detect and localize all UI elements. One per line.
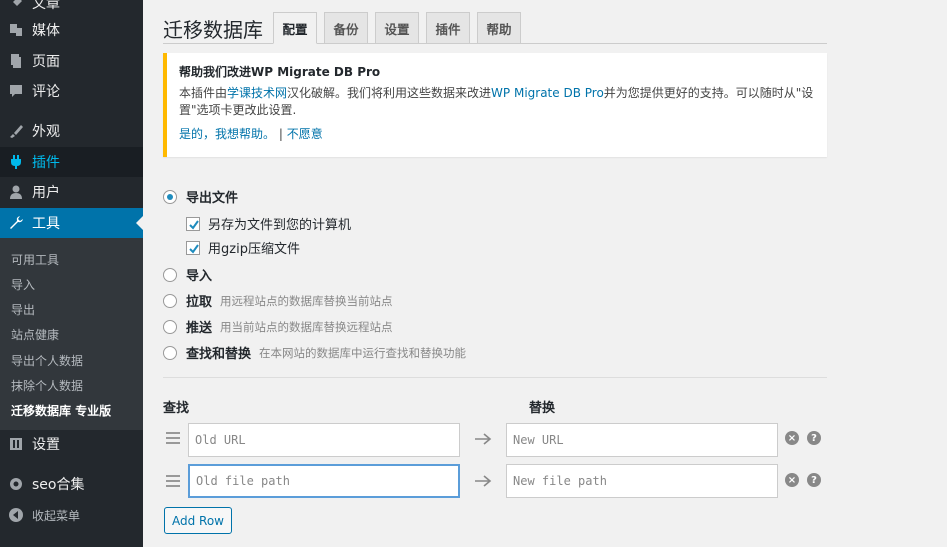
option-pull[interactable]: 拉取 用远程站点的数据库替换当前站点 (163, 291, 393, 310)
push-radio[interactable] (163, 319, 177, 334)
page-icon (0, 53, 32, 69)
option-find-replace[interactable]: 查找和替换 在本网站的数据库中运行查找和替换功能 (163, 343, 466, 362)
media-icon (0, 22, 32, 38)
notice-links: 是的，我想帮助。 | 不愿意 (179, 125, 323, 142)
pull-radio[interactable] (163, 293, 177, 308)
save-checkbox[interactable] (186, 216, 200, 231)
find-input-url[interactable] (188, 423, 460, 457)
menu-item-pages[interactable]: 页面 (0, 46, 143, 76)
find-replace-desc: 在本网站的数据库中运行查找和替换功能 (259, 345, 467, 360)
import-label: 导入 (186, 269, 213, 284)
tab-help[interactable]: 帮助 (477, 12, 521, 44)
menu-item-comments[interactable]: 评论 (0, 76, 143, 106)
arrow-right-icon (475, 433, 492, 445)
notice-text-2: 汉化破解。我们将利用这些数据来改进 (287, 86, 492, 100)
find-input-path[interactable] (188, 464, 460, 498)
wrench-icon (0, 215, 32, 231)
menu-item-media[interactable]: 媒体 (0, 15, 143, 45)
find-header: 查找 (163, 401, 190, 416)
remove-row-icon[interactable]: × (785, 431, 799, 445)
tab-addons[interactable]: 插件 (426, 12, 470, 44)
help-icon[interactable]: ? (807, 431, 821, 445)
section-divider (163, 377, 827, 378)
settings-icon (0, 436, 32, 452)
find-replace-radio[interactable] (163, 345, 177, 360)
plugin-icon (0, 154, 32, 170)
pin-icon (0, 0, 32, 11)
pull-label: 拉取 (186, 295, 213, 310)
import-radio[interactable] (163, 267, 177, 282)
collapse-menu[interactable]: 收起菜单 (0, 500, 143, 530)
collapse-arrow-icon (0, 507, 32, 523)
option-save-to-computer[interactable]: 另存为文件到您的计算机 (186, 214, 351, 233)
add-row-button[interactable]: Add Row (164, 507, 232, 534)
submenu-import[interactable]: 导入 (11, 276, 35, 293)
export-label: 导出文件 (186, 191, 239, 206)
tab-settings[interactable]: 设置 (375, 12, 419, 44)
gzip-checkbox[interactable] (186, 240, 200, 255)
notice-title: 帮助我们改进WP Migrate DB Pro (179, 65, 381, 79)
help-icon[interactable]: ? (807, 473, 821, 487)
push-label: 推送 (186, 321, 213, 336)
page-title: 迁移数据库 (163, 18, 263, 42)
option-gzip[interactable]: 用gzip压缩文件 (186, 238, 300, 257)
gzip-label: 用gzip压缩文件 (208, 242, 300, 257)
product-link[interactable]: WP Migrate DB Pro (491, 86, 604, 100)
menu-item-settings[interactable]: 设置 (0, 429, 143, 459)
drag-handle-icon[interactable] (166, 432, 180, 447)
tab-config[interactable]: 配置 (273, 12, 317, 44)
menu-item-seo[interactable]: seo合集 (0, 469, 143, 499)
yes-help-link[interactable]: 是的，我想帮助。 (179, 127, 275, 141)
translator-link[interactable]: 学课技术网 (227, 86, 287, 100)
submenu-export-personal-data[interactable]: 导出个人数据 (11, 352, 83, 369)
menu-item-users[interactable]: 用户 (0, 177, 143, 207)
submenu-export[interactable]: 导出 (11, 301, 35, 318)
menu-item-tools[interactable]: 工具 (0, 208, 143, 238)
submenu-migrate-db-pro[interactable]: 迁移数据库 专业版 (11, 402, 111, 419)
admin-sidebar: 文章 媒体 页面 评论 外观 插件 用户 工具 可用工具 导入 导出 站点健康 … (0, 0, 143, 547)
submenu-site-health[interactable]: 站点健康 (11, 326, 59, 343)
option-import[interactable]: 导入 (163, 265, 212, 284)
save-label: 另存为文件到您的计算机 (208, 218, 352, 233)
tab-backup[interactable]: 备份 (324, 12, 368, 44)
gear-icon (0, 476, 32, 492)
drag-handle-icon[interactable] (166, 475, 180, 490)
push-desc: 用当前站点的数据库替换远程站点 (220, 319, 393, 334)
replace-input-path[interactable] (506, 464, 778, 498)
option-push[interactable]: 推送 用当前站点的数据库替换远程站点 (163, 317, 393, 336)
replace-header: 替换 (529, 401, 556, 416)
notice-text: 本插件由学课技术网汉化破解。我们将利用这些数据来改进WP Migrate DB … (179, 85, 819, 119)
tools-submenu: 可用工具 导入 导出 站点健康 导出个人数据 抹除个人数据 迁移数据库 专业版 (0, 238, 143, 430)
pull-desc: 用远程站点的数据库替换当前站点 (220, 293, 393, 308)
arrow-right-icon (475, 475, 492, 487)
submenu-available-tools[interactable]: 可用工具 (11, 251, 59, 268)
export-radio[interactable] (163, 189, 177, 204)
submenu-erase-personal-data[interactable]: 抹除个人数据 (11, 377, 83, 394)
menu-item-plugins[interactable]: 插件 (0, 147, 143, 177)
find-replace-label: 查找和替换 (186, 347, 252, 362)
brush-icon (0, 123, 32, 139)
notice-box: 帮助我们改进WP Migrate DB Pro 本插件由学课技术网汉化破解。我们… (163, 53, 827, 157)
replace-input-url[interactable] (506, 423, 778, 457)
user-icon (0, 184, 32, 200)
option-export[interactable]: 导出文件 (163, 187, 238, 206)
link-separator: | (275, 127, 287, 141)
comment-icon (0, 83, 32, 99)
remove-row-icon[interactable]: × (785, 473, 799, 487)
menu-item-appearance[interactable]: 外观 (0, 116, 143, 146)
no-help-link[interactable]: 不愿意 (287, 127, 323, 141)
notice-text-1: 本插件由 (179, 86, 228, 100)
